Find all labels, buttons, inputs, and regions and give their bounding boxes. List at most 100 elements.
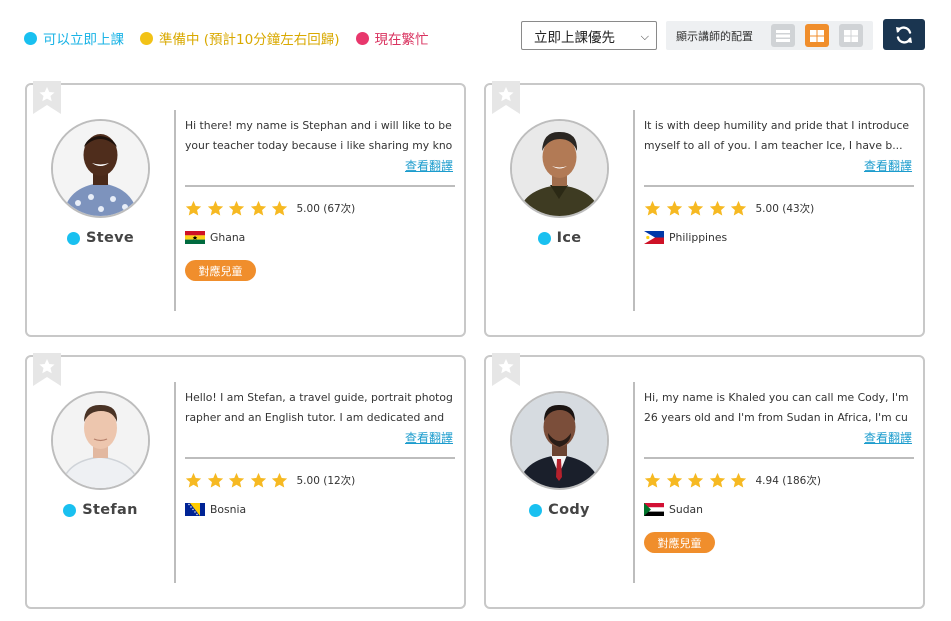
status-dot-icon xyxy=(529,503,543,517)
star-icon xyxy=(228,472,245,488)
star-icon xyxy=(730,200,747,216)
legend-available: 可以立即上課 xyxy=(24,28,124,48)
teacher-name-row[interactable]: Stefan xyxy=(27,502,174,518)
avatar[interactable] xyxy=(510,391,609,490)
star-icon xyxy=(730,472,747,488)
rating-stars: 5.00 (43次) xyxy=(644,200,814,217)
rating-value: 5.00 (67次) xyxy=(296,203,356,215)
refresh-button[interactable] xyxy=(883,19,925,50)
teacher-card[interactable]: Steve Hi there! my name is Stephan and i… xyxy=(25,81,466,337)
rating-stars: 5.00 (67次) xyxy=(185,200,355,217)
legend-busy: 現在繁忙 xyxy=(355,28,429,48)
teacher-country: Philippines xyxy=(644,231,727,244)
divider xyxy=(174,110,176,311)
legend-label: 可以立即上課 xyxy=(43,32,124,48)
star-icon xyxy=(207,200,223,216)
star-icon xyxy=(271,200,288,216)
teacher-name: Ice xyxy=(556,230,582,246)
star-icon xyxy=(250,200,266,216)
grid-2-layout-icon xyxy=(810,29,824,42)
divider xyxy=(633,110,635,311)
teacher-card[interactable]: Ice It is with deep humility and pride t… xyxy=(484,81,925,337)
layout-grid-2-button[interactable] xyxy=(805,24,829,47)
status-dot-icon xyxy=(537,231,551,245)
divider xyxy=(185,457,455,459)
bookmark-star-icon[interactable] xyxy=(33,81,61,114)
divider xyxy=(174,382,176,583)
teacher-name-row[interactable]: Steve xyxy=(27,230,174,246)
teacher-intro: Hello! I am Stefan, a travel guide, port… xyxy=(185,391,453,424)
busy-dot-icon xyxy=(355,31,369,45)
teacher-card[interactable]: Stefan Hello! I am Stefan, a travel guid… xyxy=(25,353,466,609)
sort-selected-value: 立即上課優先 xyxy=(534,29,615,46)
chevron-down-icon: ⌵ xyxy=(640,30,649,43)
status-dot-icon xyxy=(67,231,80,245)
star-icon xyxy=(709,200,725,216)
star-icon xyxy=(687,472,704,488)
view-translation-link[interactable]: 查看翻譯 xyxy=(864,157,912,174)
sort-dropdown[interactable]: 立即上課優先 ⌵ xyxy=(521,21,657,50)
layout-label: 顯示講師的配置 xyxy=(676,29,753,43)
star-icon xyxy=(644,472,661,488)
layout-list-button[interactable] xyxy=(771,24,795,47)
divider xyxy=(644,457,914,459)
bosnia-flag-icon xyxy=(185,503,205,516)
legend-preparing: 準備中 (預計10分鐘左右回歸) xyxy=(140,28,340,48)
teacher-card[interactable]: Cody Hi, my name is Khaled you can call … xyxy=(484,353,925,609)
teacher-name-row[interactable]: Ice xyxy=(486,230,633,246)
rating-value: 4.94 (186次) xyxy=(755,475,821,487)
star-icon xyxy=(207,472,223,488)
rating-stars: 5.00 (12次) xyxy=(185,472,355,489)
rating-value: 5.00 (12次) xyxy=(296,475,356,487)
star-icon xyxy=(271,472,288,488)
bookmark-star-icon[interactable] xyxy=(33,353,61,386)
teacher-country: Bosnia xyxy=(185,503,246,516)
ghana-flag-icon xyxy=(185,231,205,244)
view-translation-link[interactable]: 查看翻譯 xyxy=(864,429,912,446)
teacher-intro: It is with deep humility and pride that … xyxy=(644,119,910,152)
star-icon xyxy=(709,472,725,488)
avatar[interactable] xyxy=(510,119,609,218)
preparing-dot-icon xyxy=(140,31,153,45)
country-name: Philippines xyxy=(669,231,728,244)
teacher-photo xyxy=(53,393,148,488)
teacher-photo xyxy=(512,393,607,488)
teacher-intro: Hi there! my name is Stephan and i will … xyxy=(185,119,453,152)
country-name: Ghana xyxy=(210,231,246,244)
teacher-name-row[interactable]: Cody xyxy=(486,502,633,518)
sudan-flag-icon xyxy=(644,503,664,516)
legend-label: 準備中 (預計10分鐘左右回歸) xyxy=(159,32,340,48)
rating-value: 5.00 (43次) xyxy=(755,203,815,215)
bookmark-star-icon[interactable] xyxy=(492,353,520,386)
grid-large-layout-icon xyxy=(844,29,858,42)
teacher-name: Stefan xyxy=(82,502,138,518)
star-icon xyxy=(687,200,704,216)
teacher-photo xyxy=(53,121,148,216)
teacher-photo xyxy=(512,121,607,216)
bookmark-star-icon[interactable] xyxy=(492,81,520,114)
kids-badge: 對應兒童 xyxy=(644,532,715,553)
country-name: Sudan xyxy=(669,503,704,516)
star-icon xyxy=(666,472,682,488)
status-dot-icon xyxy=(63,503,77,517)
refresh-icon xyxy=(896,25,912,44)
divider xyxy=(633,382,635,583)
legend-label: 現在繁忙 xyxy=(374,32,429,48)
teacher-name: Steve xyxy=(86,230,134,246)
star-icon xyxy=(250,472,266,488)
divider xyxy=(644,185,914,187)
view-translation-link[interactable]: 查看翻譯 xyxy=(405,429,453,446)
star-icon xyxy=(185,200,202,216)
teacher-country: Ghana xyxy=(185,231,245,244)
avatar[interactable] xyxy=(51,391,150,490)
available-dot-icon xyxy=(24,31,37,45)
philippines-flag-icon xyxy=(644,231,664,244)
country-name: Bosnia xyxy=(210,503,247,516)
avatar[interactable] xyxy=(51,119,150,218)
view-translation-link[interactable]: 查看翻譯 xyxy=(405,157,453,174)
status-legend: 可以立即上課 準備中 (預計10分鐘左右回歸) 現在繁忙 xyxy=(24,28,445,48)
layout-grid-large-button[interactable] xyxy=(839,24,863,47)
star-icon xyxy=(644,200,661,216)
teacher-name: Cody xyxy=(548,502,590,518)
star-icon xyxy=(185,472,202,488)
